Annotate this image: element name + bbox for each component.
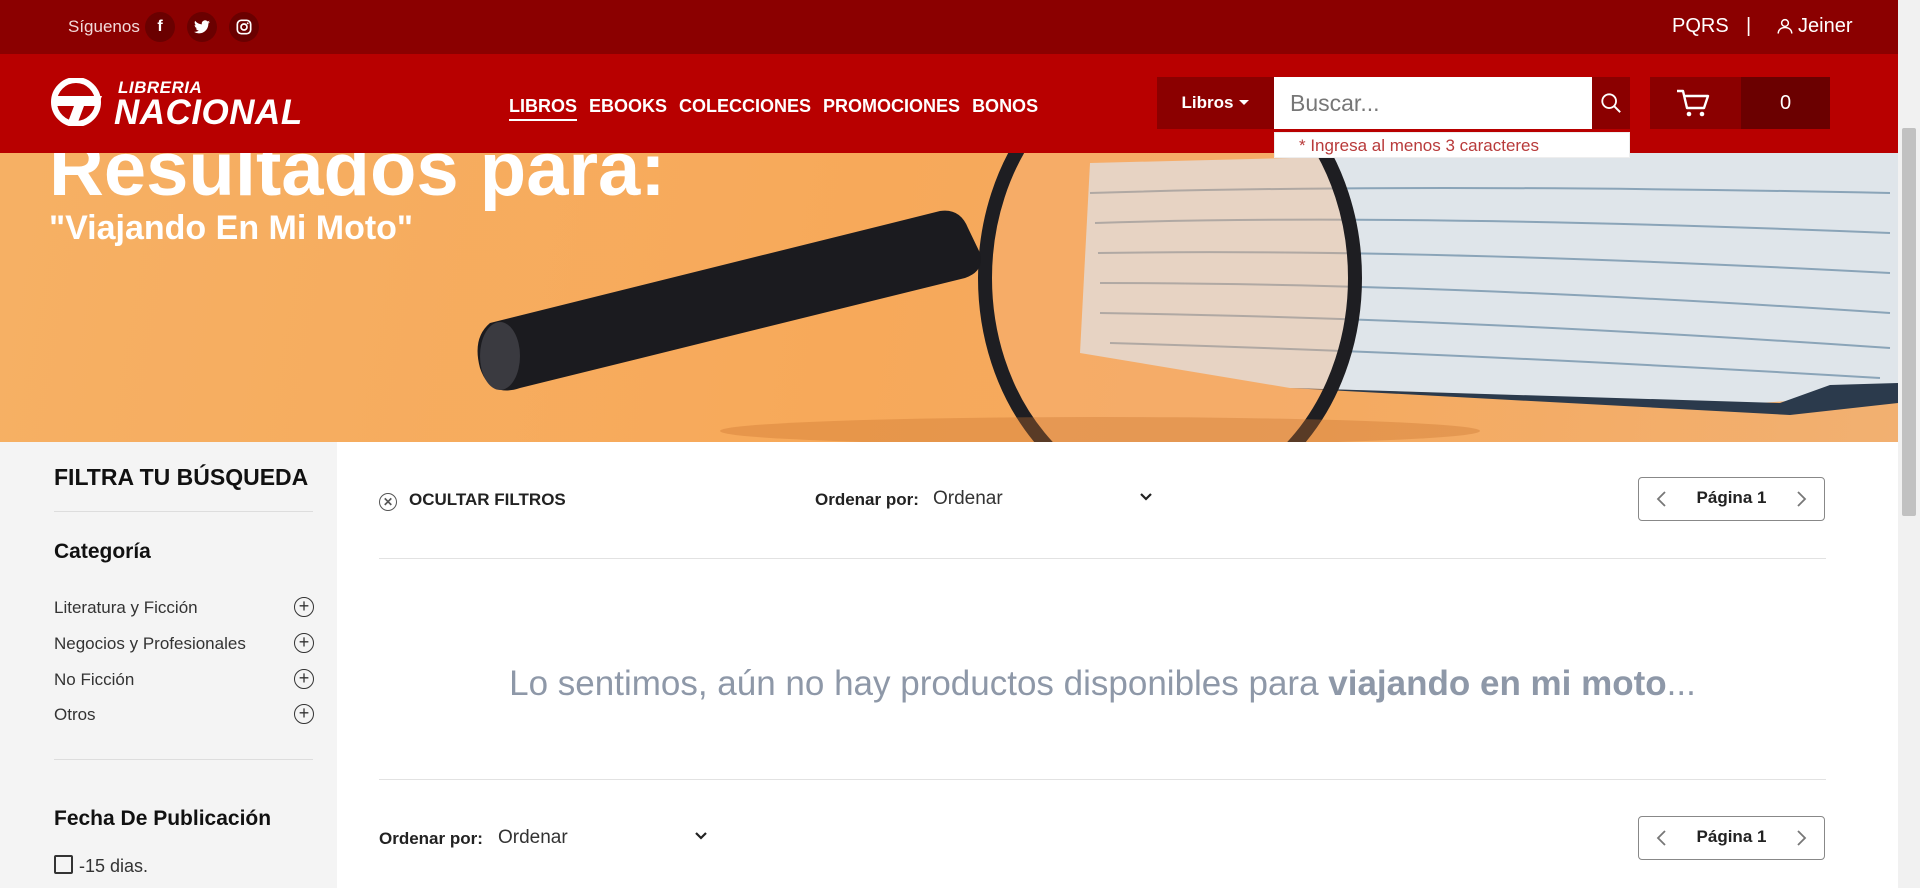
nav-bonos[interactable]: BONOS [972, 96, 1038, 121]
main-nav: LIBROS EBOOKS COLECCIONES PROMOCIONES BO… [509, 96, 1038, 121]
sort-label-bottom: Ordenar por: [379, 829, 483, 848]
user-name: Jeiner [1798, 15, 1853, 37]
empty-results-message: Lo sentimos, aún no hay productos dispon… [379, 664, 1826, 704]
category-label: Literatura y Ficción [54, 598, 198, 617]
cart-count: 0 [1741, 77, 1830, 129]
cart-icon [1677, 89, 1710, 117]
category-label: Otros [54, 705, 96, 724]
expand-plus-icon[interactable]: + [294, 633, 314, 653]
category-item[interactable]: Literatura y Ficción + [54, 595, 314, 621]
date-filter-option[interactable]: -15 dias. [54, 855, 148, 877]
filter-sidebar: FILTRA TU BÚSQUEDA Categoría Literatura … [0, 442, 337, 888]
separator: | [1746, 15, 1752, 37]
user-account-link[interactable]: Jeiner [1776, 15, 1852, 38]
search-input[interactable] [1274, 77, 1592, 129]
filter-title: FILTRA TU BÚSQUEDA [54, 464, 309, 490]
divider [379, 558, 1826, 559]
twitter-icon[interactable] [187, 12, 217, 42]
cart-button[interactable]: 0 [1650, 77, 1830, 129]
nav-libros[interactable]: LIBROS [509, 96, 578, 121]
scrollbar-track[interactable] [1898, 0, 1920, 888]
chevron-right-icon[interactable] [1794, 829, 1808, 847]
chevron-down-icon [1140, 493, 1152, 501]
pagination-top: Página 1 [1638, 477, 1825, 521]
pqrs-link[interactable]: PQRS [1672, 15, 1729, 38]
hide-filters-button[interactable]: ✕ OCULTAR FILTROS [379, 490, 566, 511]
logo-line2: NACIONAL [114, 93, 303, 132]
empty-query: viajando en mi moto [1328, 664, 1667, 703]
checkbox[interactable] [54, 855, 73, 874]
category-item[interactable]: Otros + [54, 702, 314, 728]
date-heading: Fecha De Publicación [54, 807, 272, 830]
user-icon [1777, 18, 1793, 34]
category-heading: Categoría [54, 540, 151, 563]
sort-label: Ordenar por: [815, 490, 919, 509]
divider [54, 511, 313, 512]
hide-filters-label: OCULTAR FILTROS [409, 490, 566, 509]
category-item[interactable]: Negocios y Profesionales + [54, 631, 314, 657]
empty-prefix: Lo sentimos, aún no hay productos dispon… [509, 664, 1329, 703]
logo[interactable]: LIBRERIA NACIONAL [48, 76, 303, 132]
top-bar: Síguenos f PQRS | Jeiner [0, 0, 1898, 54]
caret-down-icon [1239, 100, 1250, 105]
instagram-icon[interactable] [229, 12, 259, 42]
results-banner: Resultados para: "Viajando En Mi Moto" [0, 153, 1898, 442]
date-option-label: -15 dias. [79, 856, 149, 876]
search-category-label: Libros [1181, 93, 1234, 112]
nav-ebooks[interactable]: EBOOKS [589, 96, 667, 121]
sort-value: Ordenar [498, 827, 568, 848]
nav-promociones[interactable]: PROMOCIONES [823, 96, 960, 121]
search-icon [1601, 93, 1621, 113]
logo-mark-icon [51, 78, 102, 126]
search-category-select[interactable]: Libros [1157, 77, 1274, 129]
chevron-down-icon [695, 832, 707, 840]
sort-value: Ordenar [933, 488, 1003, 509]
scrollbar-thumb[interactable] [1902, 128, 1916, 516]
category-label: No Ficción [54, 670, 135, 689]
sort-select-bottom[interactable]: Ordenar [498, 827, 708, 849]
category-label: Negocios y Profesionales [54, 634, 246, 653]
pagination-bottom: Página 1 [1638, 816, 1825, 860]
search-hint: * Ingresa al menos 3 caracteres [1274, 132, 1630, 158]
search-button[interactable] [1592, 77, 1630, 129]
results-title: Resultados para: [49, 153, 666, 212]
close-circle-icon: ✕ [379, 493, 397, 511]
divider [54, 759, 313, 760]
category-item[interactable]: No Ficción + [54, 667, 314, 693]
sort-select[interactable]: Ordenar [933, 488, 1153, 510]
expand-plus-icon[interactable]: + [294, 597, 314, 617]
chevron-right-icon[interactable] [1794, 490, 1808, 508]
nav-colecciones[interactable]: COLECCIONES [679, 96, 811, 121]
empty-suffix: ... [1666, 664, 1696, 703]
facebook-icon[interactable]: f [145, 12, 175, 42]
divider [379, 779, 1826, 780]
results-query: "Viajando En Mi Moto" [49, 209, 414, 247]
follow-label: Síguenos [68, 17, 140, 36]
expand-plus-icon[interactable]: + [294, 669, 314, 689]
expand-plus-icon[interactable]: + [294, 704, 314, 724]
